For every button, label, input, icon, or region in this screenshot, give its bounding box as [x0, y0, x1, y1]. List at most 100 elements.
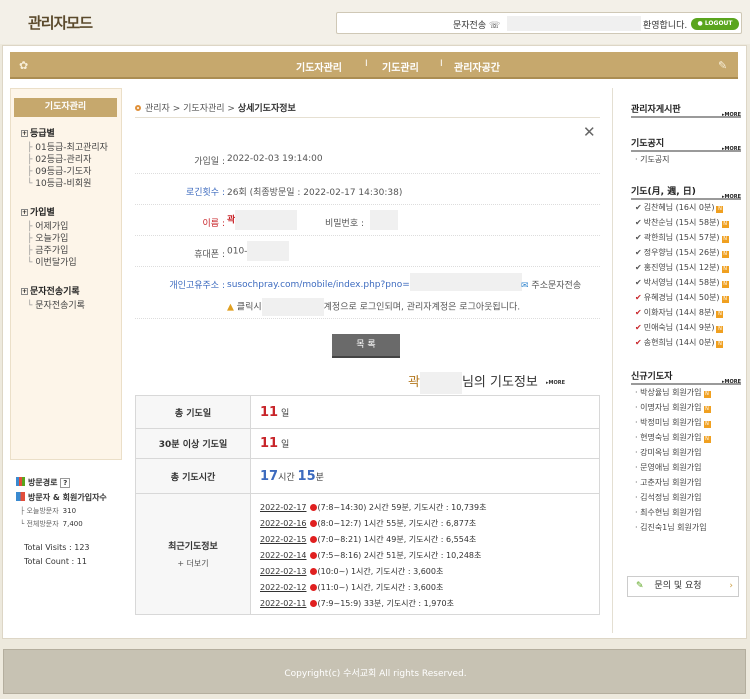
more-link[interactable]: ▸MORE — [722, 189, 741, 205]
more-link[interactable]: ▸MORE — [722, 141, 741, 157]
sidebar-title: 기도자관리 — [14, 98, 117, 117]
home-icon[interactable]: ✿ — [19, 59, 28, 72]
more-view-link[interactable]: + 더보기 — [136, 558, 250, 569]
check-icon: ✔ — [635, 263, 642, 272]
list-item[interactable]: ✔ 박찬순님 (15시 58분) N — [631, 215, 741, 230]
tree-item[interactable]: 이번달가입 — [21, 257, 76, 269]
logo[interactable]: 관리자모드 — [28, 12, 93, 33]
sms-send-link[interactable]: ✉ 주소문자전송 — [521, 278, 581, 291]
new-badge: N — [716, 326, 724, 333]
total-visitors: └ 전체방문자 7,400 — [20, 520, 83, 528]
check-icon: ✔ — [635, 278, 642, 287]
list-item[interactable]: ✔ 박서영님 (14시 58분) N — [631, 275, 741, 290]
list-item[interactable]: ✔ 민애숙님 (14시 9분) N — [631, 320, 741, 335]
list-item[interactable]: · 최수현님 회원가입 — [631, 505, 741, 520]
list-item[interactable]: · 현명숙님 회원가입 N — [631, 430, 741, 445]
total-count: Total Count : 11 — [24, 557, 87, 566]
more-link[interactable]: ▸MORE — [722, 374, 741, 390]
table-row: 총 기도일 11 일 — [135, 395, 600, 429]
list-item[interactable]: · 이명자님 회원가입 N — [631, 400, 741, 415]
nav-item-prayer[interactable]: 기도관리 — [382, 59, 419, 74]
sms-link[interactable]: 문자전송 ☏ — [453, 18, 500, 31]
nav-item-admin-space[interactable]: 관리자공간 — [454, 59, 500, 74]
chevron-right-icon: › — [729, 581, 733, 591]
visit-path-link[interactable]: 방문경로 ? — [16, 475, 126, 490]
footer: Copyright(c) 수서교회 All rights Reserved. — [3, 649, 746, 694]
tree-item[interactable]: 문자전송기록 — [21, 300, 85, 312]
tree-item[interactable]: 09등급-기도자 — [21, 166, 108, 178]
list-item[interactable]: · 박정미님 회원가입 N — [631, 415, 741, 430]
tree-group-label[interactable]: + 가입별 — [21, 206, 77, 221]
list-item[interactable]: · 강미옥님 회원가입 — [631, 445, 741, 460]
logout-button[interactable]: ● LOGOUT — [691, 18, 739, 30]
check-icon: ✔ — [635, 308, 642, 317]
name-value: 곽 — [227, 210, 298, 230]
list-item[interactable]: ✔ 송현희님 (14시 0분) N — [631, 335, 741, 350]
tree-item[interactable]: 금주가입 — [21, 245, 77, 257]
total-visits: Total Visits : 123 — [24, 543, 90, 552]
nav-item-prayer-people[interactable]: 기도자관리 — [296, 59, 342, 74]
new-badge: N — [721, 236, 729, 243]
list-item[interactable]: · 고춘자님 회원가입 — [631, 475, 741, 490]
user-box: 문자전송 ☏ 환영합니다. ● LOGOUT — [336, 12, 742, 34]
list-item[interactable]: ✔ 정우향님 (15시 26분) N — [631, 245, 741, 260]
tree-item[interactable]: 10등급-비회원 — [21, 178, 108, 190]
more-link[interactable]: ▸MORE — [546, 380, 565, 386]
tree-item[interactable]: 02등급-관리자 — [21, 154, 108, 166]
record-row: 2022-02-14 (7:5~8:16) 2시간 51분, 기도시간 : 10,… — [260, 551, 482, 560]
record-row: 2022-02-15 (7:0~8:21) 1시간 49분, 기도시간 : 6,5… — [260, 535, 477, 544]
tree-group-sms: +문자전송기록 문자전송기록 — [21, 285, 85, 312]
expand-icon[interactable]: + — [21, 209, 28, 216]
visitor-stats: 방문경로 ? 방문자 & 회원가입자수 ├ 오늘방문자 310 └ 전체방문자 7,… — [16, 475, 126, 569]
new-badge: N — [721, 221, 729, 228]
url-link[interactable]: susochpray.com/mobile/index.php?pno= — [227, 273, 522, 291]
logout-icon: ● — [697, 20, 703, 27]
new-prayers: 신규기도자 ▸MORE · 박상율님 회원가입 N · 이명자님 회원가입 N · 박정미… — [631, 369, 741, 535]
check-icon: ✔ — [635, 338, 642, 347]
new-badge: N — [721, 251, 729, 258]
list-item[interactable]: · 김진숙1님 회원가입 — [631, 520, 741, 535]
new-badge: N — [721, 281, 729, 288]
wrench-icon[interactable]: ✎ — [718, 59, 727, 72]
tree-group-label[interactable]: + 등급별 — [21, 127, 108, 142]
nav-separator: I — [365, 59, 368, 69]
close-icon[interactable]: ✕ — [583, 123, 596, 141]
total-time-label: 총 기도시간 — [135, 458, 251, 494]
expand-icon[interactable]: + — [21, 130, 28, 137]
help-icon[interactable]: ? — [60, 478, 71, 488]
new-badge: N — [721, 296, 729, 303]
list-item[interactable]: · 문영애님 회원가입 — [631, 460, 741, 475]
record-row: 2022-02-11 (7:9~15:9) 33분, 기도시간 : 1,970초 — [260, 599, 454, 608]
chart-icon — [16, 477, 25, 486]
tree-item[interactable]: 어제가입 — [21, 221, 77, 233]
record-row: 2022-02-13 (10:0~) 1시간, 기도시간 : 3,600초 — [260, 567, 444, 576]
tree-group-grade: +등급별 01등급-최고관리자 02등급-관리자 09등급-기도자 10등급-비… — [21, 127, 108, 190]
list-item[interactable]: ✔ 이화자님 (14시 8분) N — [631, 305, 741, 320]
tree-group-label[interactable]: + 문자전송기록 — [21, 285, 85, 300]
nav-separator: I — [440, 59, 443, 69]
warning-icon: ▲ — [227, 302, 234, 313]
more-link[interactable]: ▸MORE — [722, 107, 741, 123]
record-row: 2022-02-16 (8:0~12:7) 1시간 55분, 기도시간 : 6,8… — [260, 519, 477, 528]
prayer-notice: 기도공지 ▸MORE · 기도공지 — [631, 136, 741, 167]
new-badge: N — [716, 206, 724, 213]
name-label: 이름 : — [202, 219, 225, 229]
list-item[interactable]: ✔ 유혜경님 (14시 50분) N — [631, 290, 741, 305]
join-date-value: 2022-02-03 19:14:00 — [227, 154, 323, 164]
breadcrumb: 관리자 > 기도자관리 > 상세기도자정보 — [135, 101, 296, 114]
list-item[interactable]: · 김석정님 회원가입 — [631, 490, 741, 505]
expand-icon[interactable]: + — [21, 288, 28, 295]
phone-row: 휴대폰 : 010- — [135, 236, 600, 267]
new-badge: N — [716, 341, 724, 348]
list-button[interactable]: 목 록 — [332, 334, 400, 358]
phone-label: 휴대폰 : — [194, 250, 225, 260]
inquiry-button[interactable]: ✎ 문의 및 요청 › — [627, 576, 739, 597]
main-nav: ✿ 기도자관리 I 기도관리 I 관리자공간 ✎ — [10, 52, 738, 79]
table-row: 30분 이상 기도일 11 일 — [135, 428, 600, 459]
list-item[interactable]: ✔ 홍진영님 (15시 12분) N — [631, 260, 741, 275]
note-icon: ✎ — [636, 581, 644, 591]
tree-item[interactable]: 오늘가입 — [21, 233, 77, 245]
chart-icon — [16, 492, 25, 501]
list-item[interactable]: ✔ 곽한희님 (15시 57분) N — [631, 230, 741, 245]
tree-item[interactable]: 01등급-최고관리자 — [21, 142, 108, 154]
